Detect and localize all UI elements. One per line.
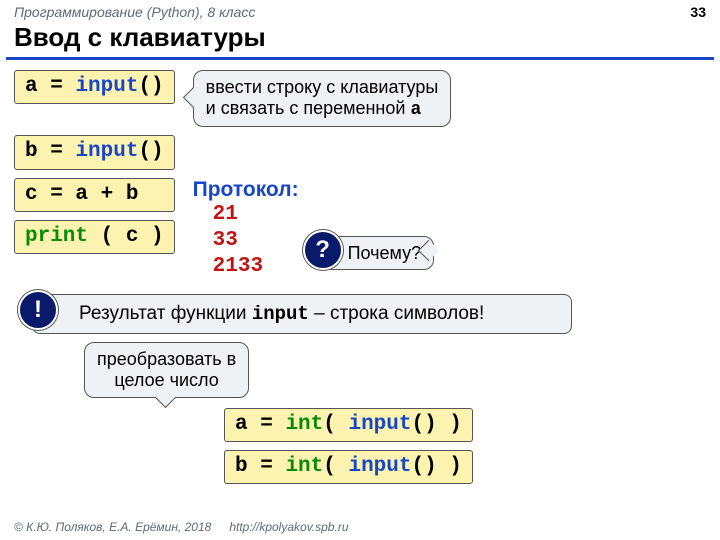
protocol-v3: 2133 <box>213 254 299 280</box>
callout-var: a <box>410 100 421 120</box>
question-badge: ? <box>303 230 343 270</box>
copyright: © К.Ю. Поляков, Е.А. Ерёмин, 2018 <box>14 520 211 534</box>
bang-note: Результат функции input – строка символо… <box>32 294 572 334</box>
protocol-block: Протокол: 21 33 2133 <box>193 178 299 281</box>
convert-a: преобразовать в <box>97 349 236 369</box>
bang-fn: input <box>252 303 309 325</box>
code-line-5: a = int( input() ) <box>224 408 473 442</box>
bang-badge: ! <box>18 290 58 330</box>
footer-url: http://kpolyakov.spb.ru <box>229 520 348 534</box>
convert-b: целое число <box>114 370 218 390</box>
convert-callout: преобразовать в целое число <box>84 342 249 397</box>
code-line-3: c = a + b <box>14 178 175 212</box>
page-title: Ввод с клавиатуры <box>0 22 720 57</box>
callout-input-explain: ввести строку с клавиатуры и связать с п… <box>193 70 452 127</box>
code-line-4: print ( c ) <box>14 220 175 254</box>
protocol-label: Протокол: <box>193 178 299 202</box>
callout-text-1: ввести строку с клавиатуры <box>206 77 439 97</box>
bang-b: – строка символов! <box>309 303 484 324</box>
page-number: 33 <box>690 4 706 20</box>
callout-text-2: и связать с переменной <box>206 98 411 118</box>
protocol-v2: 33 <box>213 228 299 254</box>
code-line-2: b = input() <box>14 135 175 169</box>
code-line-6: b = int( input() ) <box>224 450 473 484</box>
protocol-v1: 21 <box>213 202 299 228</box>
slide-body: a = input() ввести строку с клавиатуры и… <box>0 70 720 484</box>
header: Программирование (Python), 8 класс 33 <box>0 0 720 22</box>
bang-a: Результат функции <box>79 303 252 324</box>
footer: © К.Ю. Поляков, Е.А. Ерёмин, 2018 http:/… <box>0 520 720 534</box>
course-name: Программирование (Python), 8 класс <box>14 4 255 20</box>
title-rule <box>6 57 714 60</box>
code-line-1: a = input() <box>14 70 175 104</box>
why-text: Почему? <box>348 243 422 263</box>
